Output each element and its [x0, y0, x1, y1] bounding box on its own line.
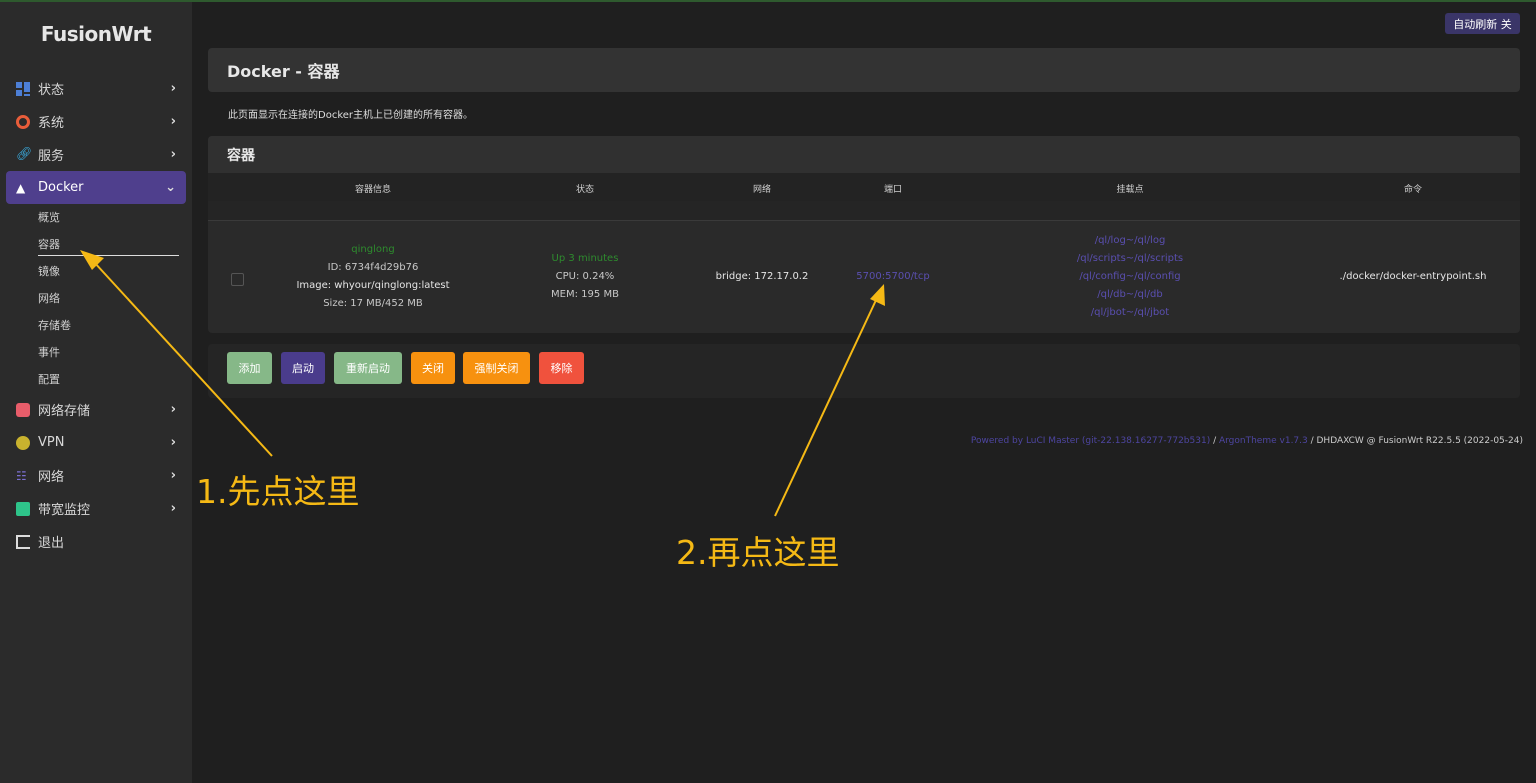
arrow-line-first [93, 261, 273, 457]
annotation-first: 1.先点这里 [196, 472, 360, 511]
arrow-head-second [870, 284, 885, 306]
annotation-arrows [80, 250, 885, 517]
annotation-second: 2.再点这里 [676, 533, 840, 572]
arrow-line-second [774, 297, 878, 517]
arrow-head-first [80, 250, 104, 270]
